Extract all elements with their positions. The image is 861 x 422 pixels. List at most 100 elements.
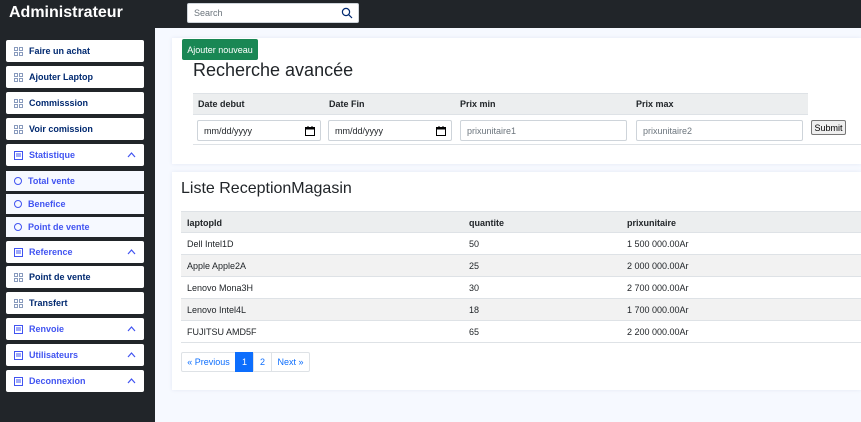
sidebar-item-label: Utilisateurs [29, 350, 79, 360]
table-row: Lenovo Mona3H 30 2 700 000.00Ar [181, 277, 861, 299]
prix-min-input[interactable]: prixunitaire1 [460, 120, 627, 141]
sidebar-item-deconnexion[interactable]: Deconnexion [6, 370, 144, 392]
cell-quantite: 25 [469, 261, 480, 271]
search-input[interactable] [194, 8, 334, 18]
chevron-up-icon [127, 352, 136, 358]
sidebar-item-label: Statistique [29, 150, 76, 160]
cell-quantite: 18 [469, 305, 480, 315]
cell-prixunitaire: 2 000 000.00Ar [627, 261, 689, 271]
add-new-button[interactable]: Ajouter nouveau [182, 39, 258, 60]
table-header-row: laptopId quantite prixunitaire [181, 211, 861, 233]
list-icon [14, 150, 23, 160]
date-fin-label: Date Fin [329, 99, 365, 109]
prix-min-label: Prix min [460, 99, 496, 109]
sidebar-subitem-label: Total vente [28, 176, 75, 186]
grid-icon [14, 72, 23, 82]
cell-quantite: 30 [469, 283, 480, 293]
date-debut-value: mm/dd/yyyy [204, 125, 253, 136]
sidebar-item-label: Ajouter Laptop [29, 72, 93, 82]
sidebar-item-label: Voir comission [29, 124, 93, 134]
search-icon[interactable] [341, 7, 353, 19]
cell-laptopid: Lenovo Intel4L [187, 305, 247, 315]
grid-icon [14, 46, 23, 56]
chevron-up-icon [127, 378, 136, 384]
sidebar-item-label: Reference [29, 247, 73, 257]
date-fin-input[interactable]: mm/dd/yyyy [328, 120, 452, 141]
sidebar-item-voir-comission[interactable]: Voir comission [6, 118, 144, 140]
date-debut-label: Date debut [198, 99, 245, 109]
cell-prixunitaire: 1 500 000.00Ar [627, 239, 689, 249]
list-title: Liste ReceptionMagasin [181, 180, 352, 197]
search-form-header: Date debut Date Fin Prix min Prix max [193, 93, 808, 115]
grid-icon [14, 298, 23, 308]
cell-laptopid: Apple Apple2A [187, 261, 247, 271]
sidebar-subitem-total-vente[interactable]: Total vente [6, 171, 144, 191]
submit-button[interactable]: Submit [811, 120, 846, 135]
cell-prixunitaire: 2 700 000.00Ar [627, 283, 689, 293]
pagination-page-1[interactable]: 1 [235, 352, 254, 372]
app-title[interactable]: Administrateur [9, 4, 123, 22]
chevron-up-icon [127, 152, 136, 158]
grid-icon [14, 272, 23, 282]
sidebar-item-statistique[interactable]: Statistique [6, 144, 144, 166]
sidebar-item-renvoie[interactable]: Renvoie [6, 318, 144, 340]
list-icon [14, 247, 23, 257]
cell-laptopid: Lenovo Mona3H [187, 283, 254, 293]
search-bar [187, 3, 359, 23]
sidebar-item-utilisateurs[interactable]: Utilisateurs [6, 344, 144, 366]
column-header-laptopid[interactable]: laptopId [187, 218, 222, 228]
sidebar-subitem-benefice[interactable]: Benefice [6, 194, 144, 214]
column-header-quantite[interactable]: quantite [469, 218, 504, 228]
toggle-sidebar-icon[interactable] [167, 8, 175, 18]
list-icon [14, 350, 23, 360]
sidebar-item-label: Transfert [29, 298, 68, 308]
chevron-up-icon [127, 326, 136, 332]
advanced-search-title: Recherche avancée [193, 60, 354, 80]
sidebar-item-point-de-vente[interactable]: Point de vente [6, 266, 144, 288]
circle-icon [14, 223, 22, 231]
circle-icon [14, 200, 22, 208]
sidebar-item-faire-un-achat[interactable]: Faire un achat [6, 40, 144, 62]
circle-icon [14, 177, 22, 185]
prix-max-input[interactable]: prixunitaire2 [636, 120, 803, 141]
sidebar-item-label: Point de vente [29, 272, 91, 282]
cell-laptopid: Dell Intel1D [187, 239, 234, 249]
cell-prixunitaire: 1 700 000.00Ar [627, 305, 689, 315]
table-row: Apple Apple2A 25 2 000 000.00Ar [181, 255, 861, 277]
date-fin-value: mm/dd/yyyy [335, 125, 384, 136]
table-row: FUJITSU AMD5F 65 2 200 000.00Ar [181, 321, 861, 343]
pagination-page-2[interactable]: 2 [253, 352, 272, 372]
sidebar-item-transfert[interactable]: Transfert [6, 292, 144, 314]
list-icon [14, 376, 23, 386]
chevron-up-icon [127, 249, 136, 255]
sidebar-subitem-label: Point de vente [28, 222, 90, 232]
pagination: « Previous 1 2 Next » [181, 352, 310, 372]
sidebar-item-reference[interactable]: Reference [6, 241, 144, 263]
table-row: Lenovo Intel4L 18 1 700 000.00Ar [181, 299, 861, 321]
prix-max-label: Prix max [636, 99, 674, 109]
sidebar-subitem-label: Benefice [28, 199, 66, 209]
grid-icon [14, 124, 23, 134]
cell-quantite: 65 [469, 327, 480, 337]
pagination-previous[interactable]: « Previous [181, 352, 236, 372]
prix-max-placeholder: prixunitaire2 [643, 125, 693, 136]
calendar-icon[interactable] [305, 126, 315, 136]
prix-min-placeholder: prixunitaire1 [467, 125, 517, 136]
top-bar: Administrateur [0, 0, 861, 28]
table-row: Dell Intel1D 50 1 500 000.00Ar [181, 233, 861, 255]
date-debut-input[interactable]: mm/dd/yyyy [197, 120, 321, 141]
sidebar-item-label: Deconnexion [29, 376, 86, 386]
column-header-prixunitaire[interactable]: prixunitaire [627, 218, 676, 228]
sidebar-item-ajouter-laptop[interactable]: Ajouter Laptop [6, 66, 144, 88]
sidebar-item-label: Renvoie [29, 324, 65, 334]
sidebar-subitem-point-de-vente[interactable]: Point de vente [6, 217, 144, 237]
cell-laptopid: FUJITSU AMD5F [187, 327, 257, 337]
sidebar-item-label: Commisssion [29, 98, 89, 108]
cell-quantite: 50 [469, 239, 480, 249]
sidebar-item-commisssion[interactable]: Commisssion [6, 92, 144, 114]
cell-prixunitaire: 2 200 000.00Ar [627, 327, 689, 337]
sidebar-item-label: Faire un achat [29, 46, 91, 56]
calendar-icon[interactable] [436, 126, 446, 136]
pagination-next[interactable]: Next » [271, 352, 310, 372]
grid-icon [14, 98, 23, 108]
